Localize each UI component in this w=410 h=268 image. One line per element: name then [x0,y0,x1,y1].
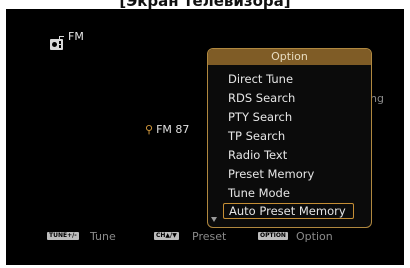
partial-background-text: ng [370,92,384,105]
option-menu-title: Option [208,49,371,65]
menu-item-pty-search[interactable]: PTY Search [228,110,292,124]
preset-key-badge: CH▲/▼ [154,232,179,240]
menu-item-direct-tune[interactable]: Direct Tune [228,72,293,86]
menu-item-radio-text[interactable]: Radio Text [228,148,287,162]
frequency-text: FM 87 [156,123,190,136]
station-frequency: ⚲ FM 87 [145,123,189,136]
scroll-down-icon[interactable] [211,217,217,222]
band-label: FM [68,30,84,43]
option-hint-label: Option [296,230,333,243]
menu-item-rds-search[interactable]: RDS Search [228,91,295,105]
menu-item-tune-mode[interactable]: Tune Mode [228,186,290,200]
menu-item-auto-preset-memory[interactable]: Auto Preset Memory [223,203,354,219]
tune-key-badge: TUNE+/- [47,232,79,240]
pin-icon: ⚲ [145,123,154,136]
preset-hint-label: Preset [192,230,227,243]
option-menu: Option Direct Tune RDS Search PTY Search… [207,48,372,228]
option-key-badge: OPTION [258,232,288,240]
menu-item-preset-memory[interactable]: Preset Memory [228,167,314,181]
menu-item-tp-search[interactable]: TP Search [228,129,285,143]
radio-icon [50,36,64,50]
tune-hint-label: Tune [90,230,116,243]
